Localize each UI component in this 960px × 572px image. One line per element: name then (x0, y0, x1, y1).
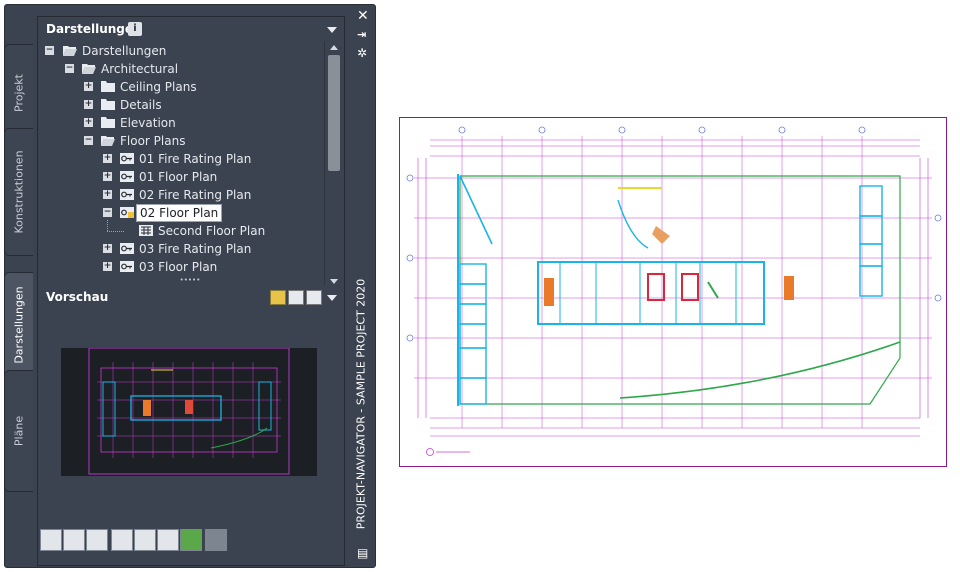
tree-connector (107, 231, 124, 233)
tree-item[interactable]: − Architectural (38, 60, 324, 78)
tree-item[interactable]: + 03 Floor Plan (38, 258, 324, 276)
tree-item-label: 03 Floor Plan (139, 260, 218, 274)
palette-menu-icon[interactable]: ▤ (357, 546, 368, 560)
tree-item-label: 02 Fire Rating Plan (139, 188, 252, 202)
tab-plaene[interactable]: Pläne (4, 370, 33, 492)
folder-open-icon (82, 64, 96, 74)
tree-item-label: 02 Floor Plan (136, 204, 223, 222)
floor-plan-image (406, 126, 942, 456)
view-drawing-icon (120, 189, 134, 200)
tab-konstruktionen[interactable]: Konstruktionen (4, 128, 33, 256)
folder-icon (101, 81, 115, 92)
tab-konstruktionen-label: Konstruktionen (12, 150, 26, 234)
tab-darstellungen-label: Darstellungen (12, 286, 26, 364)
views-tree: − Darstellungen − Architectural + Ceilin… (38, 41, 342, 289)
tree-connector (107, 220, 109, 231)
add-view-options-icon[interactable] (63, 529, 85, 551)
preview-menu-dropdown-icon[interactable] (327, 295, 337, 301)
tree-item-label: Architectural (101, 62, 179, 76)
view-drawing-icon (120, 153, 134, 164)
preview-zoom-icon[interactable] (306, 290, 322, 305)
tree-item-label: Second Floor Plan (158, 224, 266, 238)
preview-section-header: Vorschau (38, 285, 344, 309)
expand-toggle[interactable]: + (103, 190, 112, 199)
tab-darstellungen[interactable]: Darstellungen (4, 272, 33, 378)
tree-item[interactable]: + Ceiling Plans (38, 78, 324, 96)
expand-toggle[interactable]: + (103, 262, 112, 271)
model-view-icon (139, 225, 153, 236)
folder-open-icon (101, 136, 115, 146)
add-view-icon[interactable] (40, 529, 62, 551)
collapse-toggle[interactable]: − (45, 46, 54, 55)
tree-item-selected[interactable]: − 02 Floor Plan (38, 204, 324, 222)
section-menu-dropdown-icon[interactable] (327, 27, 337, 33)
expand-toggle[interactable]: + (84, 100, 93, 109)
preview-thumbnail (61, 347, 317, 476)
tree-item-label: Elevation (120, 116, 176, 130)
edit-view-icon[interactable] (86, 529, 108, 551)
folder-icon (101, 117, 115, 128)
tree-item[interactable]: + 02 Fire Rating Plan (38, 186, 324, 204)
scroll-thumb[interactable] (328, 55, 340, 171)
palette-title-strip: ✕ ⇥ ✲ PROJEKT-NAVIGATOR - SAMPLE PROJECT… (350, 4, 372, 566)
tree-item[interactable]: + 01 Fire Rating Plan (38, 150, 324, 168)
expand-toggle[interactable]: + (103, 172, 112, 181)
darstellungen-section-header: Darstellungen i (38, 17, 344, 41)
tree-scrollbar[interactable] (324, 41, 342, 289)
palette-content: Darstellungen i − Darstellungen − Archit… (37, 16, 345, 566)
collapse-toggle[interactable]: − (84, 136, 93, 145)
tree-item[interactable]: − Darstellungen (38, 42, 324, 60)
preview-area (38, 309, 342, 517)
close-icon[interactable]: ✕ (357, 8, 369, 24)
folder-open-icon (63, 46, 77, 56)
autohide-icon[interactable]: ⇥ (357, 28, 366, 41)
list-icon[interactable] (157, 529, 179, 551)
expand-toggle[interactable]: + (84, 118, 93, 127)
view-drawing-icon (120, 243, 134, 254)
preview-drawing-image (88, 347, 290, 475)
scroll-up-icon[interactable] (330, 45, 338, 50)
bottom-toolbar (38, 517, 342, 561)
expand-toggle[interactable]: + (103, 154, 112, 163)
info-icon[interactable]: i (128, 22, 142, 36)
tree-item[interactable]: + Details (38, 96, 324, 114)
view-drawing-locked-icon (120, 207, 134, 218)
splitter-grip[interactable]: ••••• (38, 275, 342, 285)
tab-plaene-label: Pläne (12, 415, 26, 447)
refresh-icon[interactable] (180, 529, 202, 551)
tree-item-label: 03 Fire Rating Plan (139, 242, 252, 256)
select-icon[interactable] (134, 529, 156, 551)
tree-item-label: Ceiling Plans (120, 80, 197, 94)
tree-item[interactable]: − Floor Plans (38, 132, 324, 150)
view-drawing-icon (120, 171, 134, 182)
floor-plan-drawing (399, 117, 947, 467)
tree-item[interactable]: + Elevation (38, 114, 324, 132)
palette-title: PROJEKT-NAVIGATOR - SAMPLE PROJECT 2020 (354, 278, 368, 530)
tree-item[interactable]: + 03 Fire Rating Plan (38, 240, 324, 258)
tree-item-label: 01 Floor Plan (139, 170, 218, 184)
expand-toggle[interactable]: + (84, 82, 93, 91)
folder-icon (101, 99, 115, 110)
properties-icon[interactable]: ✲ (357, 46, 367, 60)
tree-item-label: Floor Plans (120, 134, 186, 148)
tree-item-label: Darstellungen (82, 44, 167, 58)
collapse-toggle[interactable]: − (65, 64, 74, 73)
palette-tabs: Projekt Konstruktionen Darstellungen Plä… (4, 16, 33, 494)
delete-icon[interactable] (111, 529, 133, 551)
collapse-toggle[interactable]: − (103, 208, 112, 217)
expand-toggle[interactable]: + (103, 244, 112, 253)
preview-details-icon[interactable] (288, 290, 304, 305)
tree-item[interactable]: + 01 Floor Plan (38, 168, 324, 186)
tree-item[interactable]: Second Floor Plan (38, 220, 324, 240)
view-drawing-icon (120, 261, 134, 272)
tree-item-label: 01 Fire Rating Plan (139, 152, 252, 166)
tab-projekt-label: Projekt (12, 74, 26, 112)
preview-section-title: Vorschau (46, 290, 109, 304)
preview-options-icon[interactable] (270, 290, 286, 305)
repath-icon[interactable] (205, 529, 227, 551)
tree-item-label: Details (120, 98, 162, 112)
